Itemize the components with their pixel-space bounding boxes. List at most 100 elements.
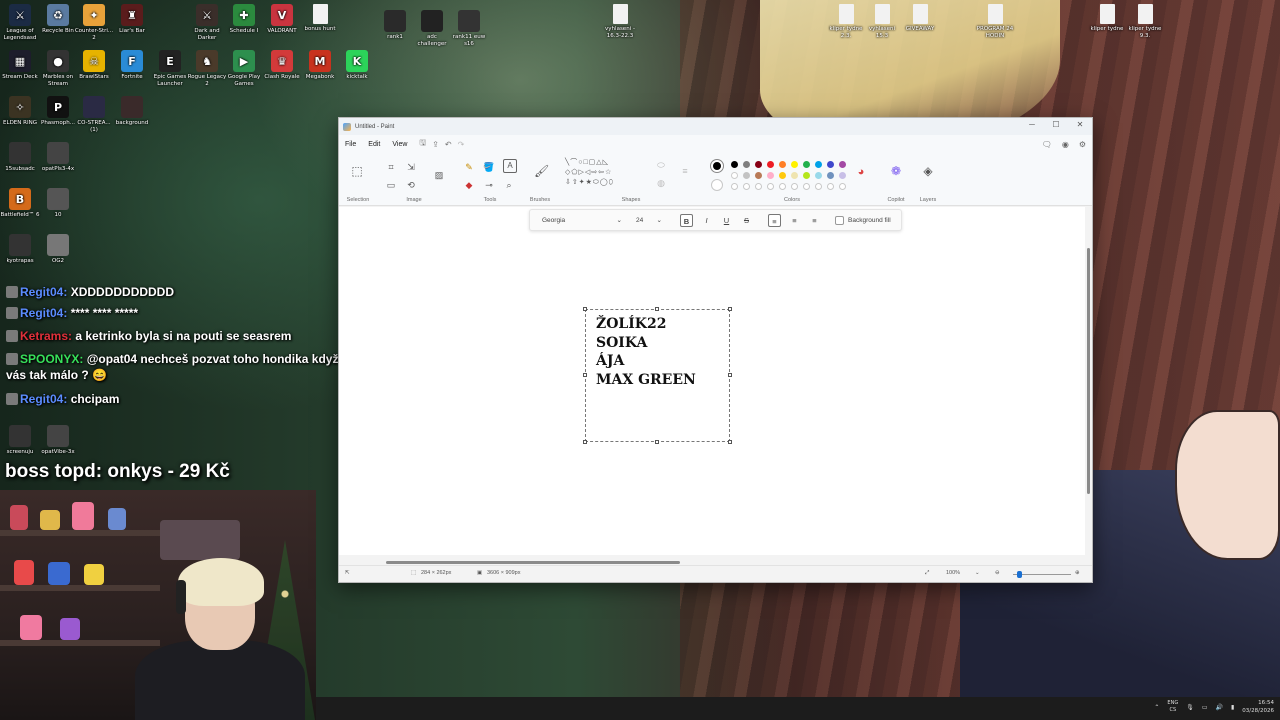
custom-color-slot[interactable]: [755, 183, 762, 190]
color-swatch[interactable]: [755, 161, 762, 168]
desktop-icon[interactable]: ⚔ Dark and Darker: [187, 4, 227, 42]
crop-icon[interactable]: ⌗: [385, 161, 397, 173]
menu-edit[interactable]: Edit: [362, 141, 386, 148]
align-left-button[interactable]: ≡: [768, 214, 781, 227]
align-center-button[interactable]: ≡: [788, 214, 801, 227]
secondary-color[interactable]: [711, 179, 723, 191]
color-picker-icon[interactable]: ⊸: [483, 179, 495, 191]
chevron-down-icon[interactable]: ⌄: [975, 570, 980, 576]
desktop-icon[interactable]: V VALORANT: [262, 4, 302, 35]
color-swatch[interactable]: [743, 172, 750, 179]
drawing-canvas[interactable]: ŽOLÍK22 SOIKA ÁJA MAX GREEN: [339, 207, 1085, 555]
resize-handle[interactable]: [655, 440, 659, 444]
color-swatch[interactable]: [779, 161, 786, 168]
shapes-gallery[interactable]: ╲⌒○□▢△◺ ◇⬠▷◁⇨⇦☆ ⇩⇧✦★⬭◯⬯: [565, 158, 643, 188]
minimize-button[interactable]: ─: [1020, 118, 1044, 132]
vertical-scrollbar[interactable]: [1087, 248, 1090, 494]
desktop-icon[interactable]: rank11 euw s16: [449, 10, 489, 48]
share-icon[interactable]: ⇪: [432, 140, 439, 149]
underline-button[interactable]: U: [720, 214, 733, 227]
color-swatch[interactable]: [827, 161, 834, 168]
font-family-dropdown[interactable]: Georgia ⌄: [538, 214, 626, 227]
zoom-out-icon[interactable]: ⊖: [995, 570, 1000, 576]
desktop-icon[interactable]: ♜ Liar's Bar: [112, 4, 152, 35]
horizontal-scroll-thumb[interactable]: [386, 561, 680, 564]
close-button[interactable]: ✕: [1068, 118, 1092, 132]
desktop-icon[interactable]: CO-STREA... (1): [74, 96, 114, 134]
color-swatch[interactable]: [815, 172, 822, 179]
zoom-value[interactable]: 100%: [946, 570, 960, 576]
color-swatch[interactable]: [731, 161, 738, 168]
shape-fill-icon[interactable]: ◍: [655, 177, 667, 189]
desktop-icon[interactable]: B Battlefield™ 6: [0, 188, 40, 219]
color-swatch[interactable]: [827, 172, 834, 179]
resize-icon[interactable]: ⇲: [405, 161, 417, 173]
desktop-icon[interactable]: GIVEAWAY: [900, 4, 940, 33]
custom-color-slot[interactable]: [791, 183, 798, 190]
zoom-in-icon[interactable]: ⊕: [1075, 570, 1080, 576]
zoom-slider-thumb[interactable]: [1017, 571, 1022, 578]
magnifier-icon[interactable]: ⌕: [503, 179, 515, 191]
desktop-icon[interactable]: OG2: [38, 234, 78, 265]
clock[interactable]: 16:54 03/28/2026: [1242, 699, 1274, 715]
save-icon[interactable]: 🖫: [419, 137, 426, 151]
desktop-icon[interactable]: ♛ Clash Royale: [262, 50, 302, 81]
undo-icon[interactable]: ↶: [445, 140, 452, 149]
italic-button[interactable]: I: [700, 214, 713, 227]
rotate-icon[interactable]: ⟲: [405, 179, 417, 191]
select-image-icon[interactable]: ▭: [385, 179, 397, 191]
desktop-icon[interactable]: ⚔ League of Legendsasd: [0, 4, 40, 42]
resize-handle[interactable]: [728, 373, 732, 377]
background-fill-checkbox[interactable]: [835, 216, 844, 225]
color-swatch[interactable]: [839, 161, 846, 168]
desktop-icon[interactable]: adc challenger: [412, 10, 452, 48]
menu-file[interactable]: File: [339, 141, 362, 148]
layers-icon[interactable]: ◈: [922, 165, 934, 177]
color-swatch[interactable]: [755, 172, 762, 179]
desktop-icon[interactable]: ▦ Stream Deck: [0, 50, 40, 81]
resize-handle[interactable]: [655, 307, 659, 311]
color-swatch[interactable]: [803, 161, 810, 168]
desktop-icon[interactable]: ▶ Google Play Games: [224, 50, 264, 88]
maximize-button[interactable]: ☐: [1044, 118, 1068, 132]
color-swatch[interactable]: [815, 161, 822, 168]
redo-icon[interactable]: ↷: [458, 140, 465, 149]
microphone-icon[interactable]: 🎙: [1186, 704, 1194, 711]
desktop-icon[interactable]: E Epic Games Launcher: [150, 50, 190, 88]
desktop-icon[interactable]: 15subsadc: [0, 142, 40, 173]
desktop-icon[interactable]: kliper tydne 9.3.: [1125, 4, 1165, 40]
custom-color-slot[interactable]: [743, 183, 750, 190]
brush-icon[interactable]: 🖌: [534, 165, 549, 177]
resize-handle[interactable]: [728, 307, 732, 311]
desktop-icon[interactable]: ☠ BrawlStars: [74, 50, 114, 81]
desktop-icon[interactable]: F Fortnite: [112, 50, 152, 81]
desktop-icon[interactable]: PROGRAM 24 HODIN: [975, 4, 1015, 40]
battery-icon[interactable]: ▮: [1231, 704, 1234, 711]
desktop-icon[interactable]: kliper tydne 2.3.: [826, 4, 866, 40]
custom-color-slot[interactable]: [779, 183, 786, 190]
background-remove-icon[interactable]: ▨: [433, 169, 445, 181]
desktop-icon[interactable]: ✚ Schedule I: [224, 4, 264, 35]
desktop-icon[interactable]: kyotrapas: [0, 234, 40, 265]
bold-button[interactable]: B: [680, 214, 693, 227]
color-swatch[interactable]: [791, 161, 798, 168]
text-box[interactable]: ŽOLÍK22 SOIKA ÁJA MAX GREEN: [583, 307, 732, 444]
desktop-icon[interactable]: ♻ Recycle Bin: [38, 4, 78, 35]
align-right-button[interactable]: ≡: [808, 214, 821, 227]
desktop-icon[interactable]: background: [112, 96, 152, 127]
desktop-icon[interactable]: opatVibe-3x: [38, 425, 78, 456]
canvas-area[interactable]: ŽOLÍK22 SOIKA ÁJA MAX GREEN: [339, 207, 1090, 561]
pencil-icon[interactable]: ✎: [463, 161, 475, 173]
desktop-icon[interactable]: ✦ Counter-Stri... 2: [74, 4, 114, 42]
chevron-up-icon[interactable]: ⌃: [1154, 704, 1159, 711]
eraser-icon[interactable]: ◆: [463, 179, 475, 191]
account-icon[interactable]: ◉: [1062, 140, 1069, 149]
color-swatch[interactable]: [803, 172, 810, 179]
color-swatch[interactable]: [743, 161, 750, 168]
comment-icon[interactable]: 🗨: [1042, 140, 1052, 149]
color-swatch[interactable]: [731, 172, 738, 179]
color-swatch[interactable]: [767, 172, 774, 179]
desktop-icon[interactable]: ♞ Rogue Legacy 2: [187, 50, 227, 88]
desktop-icon[interactable]: bonus hunt: [300, 4, 340, 33]
desktop-icon[interactable]: screenuju: [0, 425, 40, 456]
